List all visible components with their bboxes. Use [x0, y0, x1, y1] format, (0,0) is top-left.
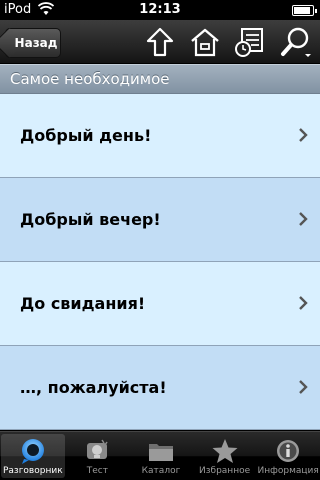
section-header: Самое необходимое	[0, 64, 320, 94]
back-button-label: Назад	[14, 36, 58, 50]
list-item-label: До свидания!	[20, 294, 146, 313]
folder-icon	[148, 444, 173, 461]
list-item-label: …, пожалуйста!	[20, 378, 167, 397]
tab-label: Избранное	[199, 466, 251, 476]
lightbulb-icon	[87, 439, 109, 459]
list-item[interactable]: Добрый вечер!	[0, 178, 320, 262]
history-list-icon[interactable]	[233, 26, 267, 58]
chevron-right-icon	[299, 212, 308, 226]
status-bar: iPod 12:13	[0, 0, 320, 20]
back-button[interactable]: Назад	[5, 28, 61, 58]
battery-icon	[292, 5, 317, 16]
tab-label: Разговорник	[2, 466, 63, 476]
list-item-label: Добрый день!	[20, 126, 152, 145]
tab-label: Каталог	[141, 466, 181, 476]
star-icon	[212, 439, 238, 463]
list-item-label: Добрый вечер!	[20, 210, 161, 229]
up-arrow-icon[interactable]	[143, 26, 177, 58]
tab-bar: Разговорник Тест Каталог Избранное Инфор…	[0, 431, 320, 480]
tab-test[interactable]: Тест	[66, 432, 130, 480]
tab-info[interactable]: Информация	[256, 432, 320, 480]
tab-phrasebook[interactable]: Разговорник	[1, 434, 65, 478]
chevron-right-icon	[299, 380, 308, 394]
list-item[interactable]: Добрый день!	[0, 94, 320, 178]
tab-label: Информация	[257, 466, 319, 476]
navigation-bar: Назад	[0, 20, 320, 64]
phrase-list: Добрый день! Добрый вечер! До свидания! …	[0, 94, 320, 432]
list-item[interactable]: До свидания!	[0, 262, 320, 346]
clock: 12:13	[139, 2, 181, 17]
tab-label: Тест	[86, 466, 108, 476]
chevron-right-icon	[299, 128, 308, 142]
list-item[interactable]: …, пожалуйста!	[0, 346, 320, 430]
chat-bubble-icon	[21, 439, 44, 464]
tab-catalog[interactable]: Каталог	[129, 432, 193, 480]
home-icon[interactable]	[188, 26, 222, 58]
chevron-right-icon	[299, 296, 308, 310]
search-icon[interactable]	[279, 26, 313, 58]
info-icon	[277, 440, 300, 462]
tab-favorites[interactable]: Избранное	[193, 432, 257, 480]
